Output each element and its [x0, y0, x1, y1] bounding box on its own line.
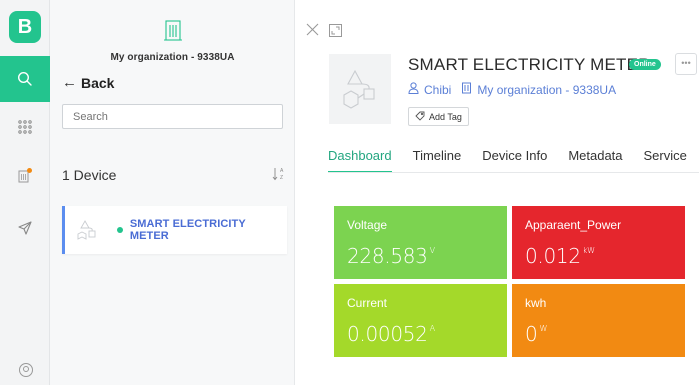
kwh-widget[interactable]: kwh 0W: [512, 284, 685, 357]
building-icon: [163, 18, 183, 47]
svg-text:A: A: [280, 168, 284, 174]
widget-value: 0.00052 A: [347, 322, 435, 346]
apparent-power-widget[interactable]: Apparaent_Power 0.012 kW: [512, 206, 685, 279]
widget-title: kwh: [525, 296, 547, 310]
organization-label: My organization - 9338UA: [477, 82, 617, 97]
svg-text:Z: Z: [280, 175, 283, 181]
device-title: SMART ELECTRICITY METER: [408, 55, 651, 74]
arrow-left-icon: ←: [62, 74, 77, 91]
send-icon: [17, 220, 33, 236]
tab-device-info[interactable]: Device Info: [482, 148, 547, 172]
widget-unit: kW: [582, 246, 595, 255]
device-list-name: SMART ELECTRICITY METER: [129, 218, 246, 242]
rail-search-button[interactable]: [0, 56, 50, 102]
device-image: [329, 54, 391, 124]
owner-link[interactable]: Chibi: [408, 82, 451, 97]
expand-icon[interactable]: [329, 24, 342, 42]
user-avatar-icon[interactable]: [18, 362, 34, 383]
device-thumbnail-icon: [73, 215, 103, 245]
widget-value: 228.583 V: [347, 244, 435, 268]
apps-grid-icon: [18, 120, 32, 134]
add-tag-label: Add Tag: [429, 111, 462, 122]
device-meta: Chibi My organization - 9338UA: [408, 82, 616, 97]
widget-unit: W: [539, 324, 548, 333]
current-widget[interactable]: Current 0.00052 A: [334, 284, 507, 357]
device-list-item[interactable]: SMART ELECTRICITY METER: [62, 206, 287, 254]
back-label: Back: [81, 74, 115, 91]
close-icon[interactable]: [306, 23, 319, 41]
search-icon: [17, 71, 33, 87]
building-icon: [461, 82, 472, 97]
widget-unit: V: [429, 246, 435, 255]
add-tag-button[interactable]: Add Tag: [408, 107, 469, 126]
organization-name: My organization - 9338UA: [110, 52, 235, 63]
tab-metadata[interactable]: Metadata: [568, 148, 622, 172]
back-button[interactable]: ← Back: [62, 74, 114, 91]
search-input[interactable]: [62, 104, 283, 129]
online-status-dot: [116, 227, 123, 233]
widget-title: Voltage: [347, 218, 388, 232]
building-notification-icon: [16, 166, 34, 184]
widget-title: Current: [347, 296, 388, 310]
more-options-button[interactable]: •••: [675, 53, 697, 75]
blynk-logo[interactable]: B: [9, 11, 41, 43]
tag-icon: [415, 111, 425, 123]
tab-bar: Dashboard Timeline Device Info Metadata …: [328, 148, 699, 173]
tab-dashboard[interactable]: Dashboard: [328, 148, 392, 173]
rail-organizations-button[interactable]: [0, 152, 50, 198]
device-detail: SMART ELECTRICITY METER Online ••• Chibi…: [296, 0, 699, 385]
tab-service[interactable]: Service: [644, 148, 687, 172]
widget-unit: A: [429, 324, 435, 333]
device-list-panel: My organization - 9338UA ← Back 1 Device…: [50, 0, 295, 385]
voltage-widget[interactable]: Voltage 228.583 V: [334, 206, 507, 279]
owner-name: Chibi: [424, 82, 452, 97]
user-icon: [408, 82, 419, 97]
rail-apps-button[interactable]: [0, 104, 50, 150]
device-count: 1 Device: [62, 167, 117, 183]
rail-send-button[interactable]: [0, 205, 50, 251]
widget-value: 0.012 kW: [525, 244, 595, 268]
sort-az-icon[interactable]: A Z: [272, 166, 286, 187]
widget-value: 0W: [525, 322, 548, 346]
tabs-divider: [328, 172, 699, 173]
widget-title: Apparaent_Power: [525, 218, 622, 232]
status-badge: Online: [629, 59, 661, 70]
left-rail: B: [0, 0, 50, 385]
tab-timeline[interactable]: Timeline: [413, 148, 462, 172]
organization-link[interactable]: My organization - 9338UA: [461, 82, 616, 97]
